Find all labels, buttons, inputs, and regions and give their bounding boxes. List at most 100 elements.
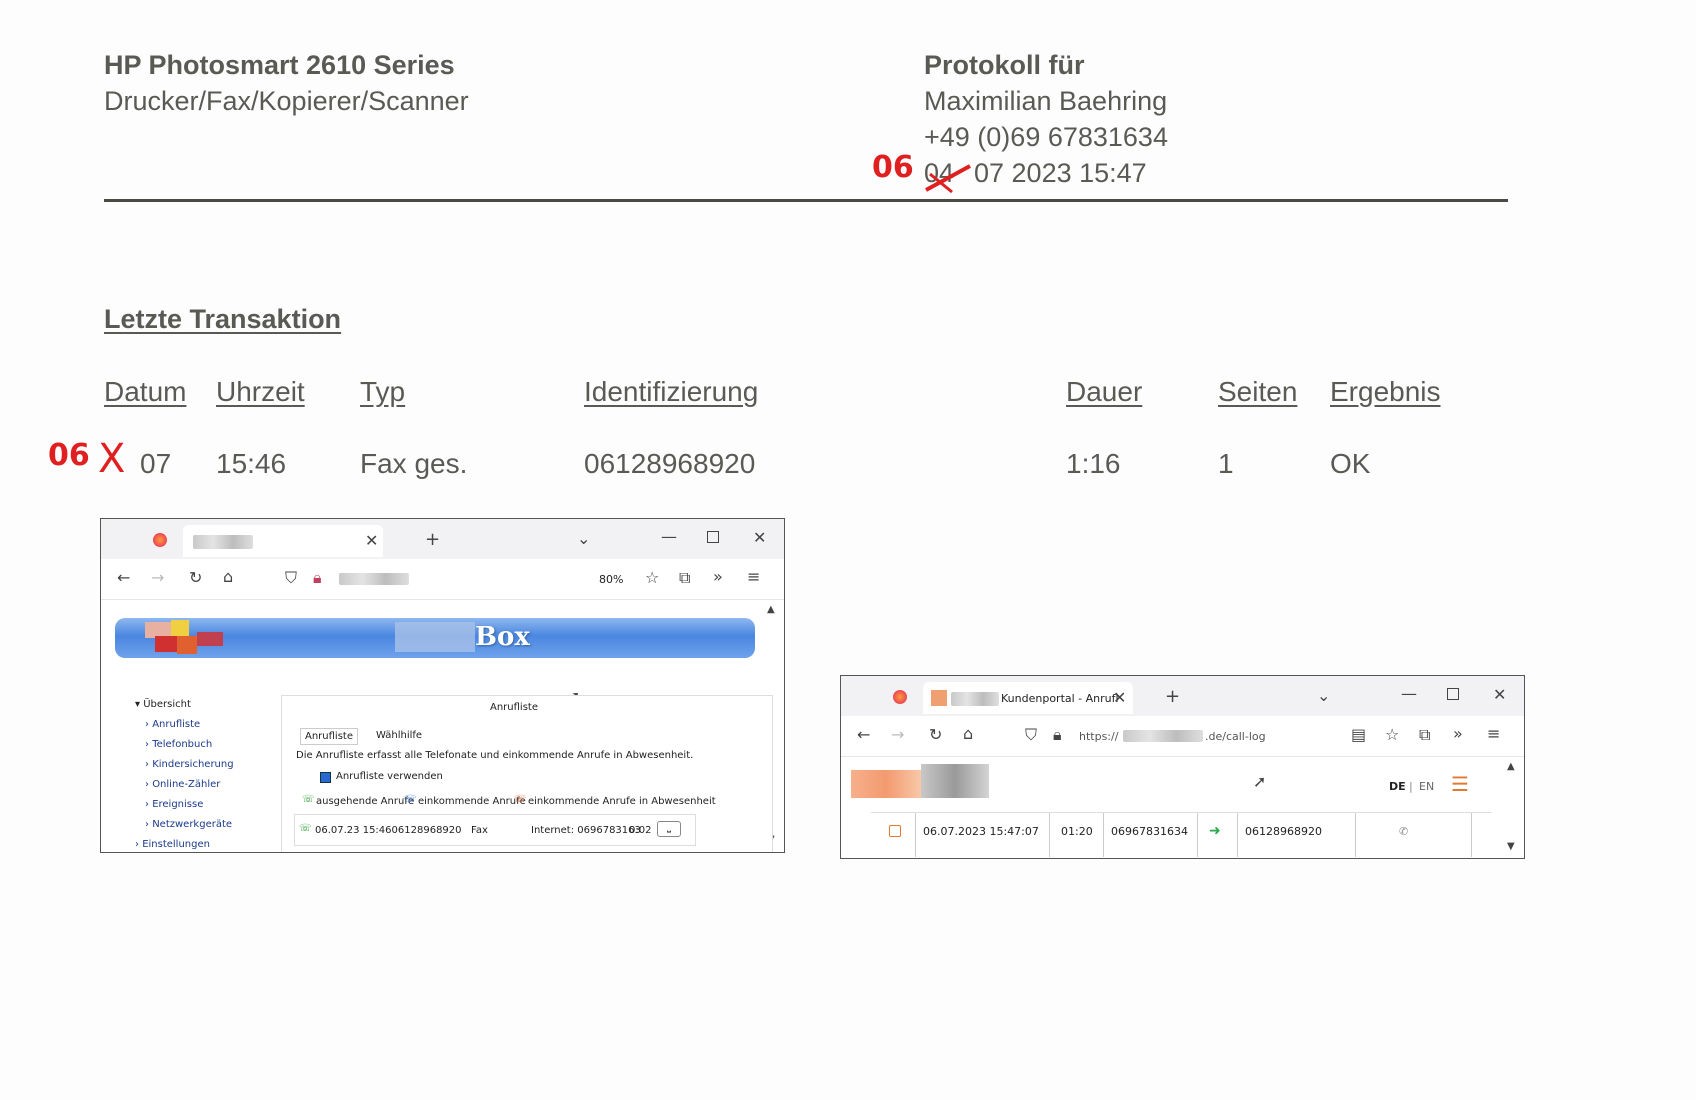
col-seiten: Seiten <box>1218 376 1298 407</box>
portal-extensions-icon[interactable]: ⧉ <box>1419 727 1430 743</box>
col-datum: Datum <box>104 376 187 407</box>
row-identification: 06128968920 <box>584 448 756 479</box>
date-correction-row: 06 <box>48 438 90 473</box>
portal-navbar: ← → ↻ ⌂ ⛉ 🔒︎ https:// .de/call-log ▤ ☆ ⧉… <box>841 716 1524 757</box>
portal-reload-icon[interactable]: ↻ <box>929 727 942 743</box>
close-window-icon[interactable]: ✕ <box>753 530 766 546</box>
zoom-level[interactable]: 80% <box>599 573 623 586</box>
tree-telefonbuch[interactable]: › Telefonbuch <box>145 739 212 750</box>
redacted-tab-title <box>193 535 253 549</box>
tree-uebersicht[interactable]: ▾ Übersicht <box>135 699 191 710</box>
entry-outgoing-icon: ☏ <box>299 823 312 834</box>
col-uhrzeit: Uhrzeit <box>216 376 305 407</box>
portal-lock-icon: 🔒︎ <box>1053 725 1062 744</box>
tree-kindersicherung[interactable]: › Kindersicherung <box>145 759 234 770</box>
new-tab-icon[interactable]: + <box>425 531 440 549</box>
tree-online-zaehler[interactable]: › Online-Zähler <box>145 779 220 790</box>
portal-row-datetime: 06.07.2023 15:47:07 <box>923 825 1039 838</box>
header-rule <box>104 199 1508 202</box>
portal-maximize-icon[interactable] <box>1447 688 1459 700</box>
scroll-up-icon[interactable]: ▲ <box>767 605 775 615</box>
extensions-icon[interactable]: ⧉ <box>679 570 690 586</box>
lang-de[interactable]: DE <box>1389 780 1406 793</box>
row-duration: 1:16 <box>1066 448 1121 479</box>
maximize-icon[interactable] <box>707 531 719 543</box>
panel-title: Anrufliste <box>490 702 538 713</box>
row-time: 15:46 <box>216 448 287 479</box>
portal-cursor-icon: ➚ <box>1253 772 1267 791</box>
tree-anrufliste[interactable]: › Anrufliste <box>145 719 200 730</box>
close-tab-icon[interactable]: ✕ <box>365 533 378 549</box>
portal-forward-icon[interactable]: → <box>891 727 904 743</box>
col-ergebnis: Ergebnis <box>1330 376 1441 407</box>
tab-anrufliste[interactable]: Anrufliste <box>300 728 358 745</box>
browser-navbar: ← → ↻ ⌂ ⛉ 🔒︎ 80% ☆ ⧉ » ≡ <box>101 559 784 600</box>
reload-icon[interactable]: ↻ <box>189 570 202 586</box>
row-result: OK <box>1330 448 1371 479</box>
forward-icon[interactable]: → <box>151 570 164 586</box>
row-type: Fax ges. <box>360 448 468 479</box>
incoming-call-icon: ☏ <box>404 794 417 805</box>
portal-url-suffix[interactable]: .de/call-log <box>1205 730 1266 743</box>
col-dauer: Dauer <box>1066 376 1143 407</box>
portal-home-icon[interactable]: ⌂ <box>963 726 973 742</box>
checkbox-anrufliste[interactable] <box>320 772 331 783</box>
protocol-label: Protokoll für <box>924 50 1085 80</box>
anrufliste-panel: Anrufliste Anrufliste Wählhilfe Die Anru… <box>281 695 773 852</box>
portal-minimize-icon[interactable]: — <box>1401 686 1417 702</box>
more-tools-icon[interactable]: » <box>713 569 723 585</box>
portal-tabbar: Kundenportal - Anrufl ✕ + ⌄ — ✕ <box>841 676 1524 716</box>
row-pages: 1 <box>1218 448 1234 479</box>
router-banner: Box <box>115 618 755 658</box>
minimize-icon[interactable]: — <box>661 529 677 545</box>
browser-tab[interactable]: ✕ <box>183 525 383 557</box>
portal-close-window-icon[interactable]: ✕ <box>1493 687 1506 703</box>
portal-more-tools-icon[interactable]: » <box>1453 726 1463 742</box>
portal-tab-title: Kundenportal - Anrufl <box>1001 692 1119 705</box>
entry-action-icon[interactable]: ⎵ <box>657 821 681 837</box>
portal-redacted-tab <box>951 692 999 706</box>
back-icon[interactable]: ← <box>117 570 130 586</box>
portal-url-prefix[interactable]: https:// <box>1079 730 1118 743</box>
strike-mark-icon <box>925 164 971 194</box>
legend-incoming: einkommende Anrufe <box>418 796 526 807</box>
portal-back-icon[interactable]: ← <box>857 727 870 743</box>
portal-scroll-down-icon[interactable]: ▼ <box>1507 842 1515 852</box>
call-entry-row[interactable]: ☏ 06.07.23 15:4606128968920 Fax Internet… <box>294 814 696 846</box>
chevron-down-icon[interactable]: ⌄ <box>577 531 590 547</box>
portal-new-tab-icon[interactable]: + <box>1165 688 1180 706</box>
portal-row-duration: 01:20 <box>1061 825 1093 838</box>
device-title: HP Photosmart 2610 Series <box>104 50 455 80</box>
row-checkbox[interactable] <box>889 825 901 837</box>
home-icon[interactable]: ⌂ <box>223 569 233 585</box>
tree-ereignisse[interactable]: › Ereignisse <box>145 799 203 810</box>
entry-datetime-number: 06.07.23 15:4606128968920 <box>315 825 462 836</box>
tree-netzwerkgeraete[interactable]: › Netzwerkgeräte <box>145 819 232 830</box>
entry-type: Fax <box>471 825 488 836</box>
portal-chevron-down-icon[interactable]: ⌄ <box>1317 688 1330 704</box>
portal-scroll-up-icon[interactable]: ▲ <box>1507 762 1515 772</box>
call-log-row[interactable]: 06.07.2023 15:47:07 01:20 06967831634 ➜ … <box>871 812 1491 857</box>
lang-en[interactable]: EN <box>1419 780 1434 793</box>
missed-call-icon: ☏ <box>514 794 527 805</box>
bookmark-star-icon[interactable]: ☆ <box>645 570 659 586</box>
portal-tab[interactable]: Kundenportal - Anrufl ✕ <box>923 682 1133 714</box>
browser-tabbar: ✕ + ⌄ — ✕ <box>101 519 784 559</box>
owner-name: Maximilian Baehring <box>924 86 1168 116</box>
panel-description: Die Anrufliste erfasst alle Telefonate u… <box>296 750 694 761</box>
checkbox-label: Anrufliste verwenden <box>336 771 443 782</box>
hamburger-menu-icon[interactable]: ☰ <box>1451 774 1469 794</box>
portal-row-to: 06128968920 <box>1245 825 1322 838</box>
tree-einstellungen[interactable]: › Einstellungen <box>135 839 210 850</box>
menu-icon[interactable]: ≡ <box>747 569 760 585</box>
portal-menu-icon[interactable]: ≡ <box>1487 726 1500 742</box>
portal-close-tab-icon[interactable]: ✕ <box>1113 690 1126 706</box>
legend-missed: einkommende Anrufe in Abwesenheit <box>528 796 716 807</box>
portal-screenshot: Kundenportal - Anrufl ✕ + ⌄ — ✕ ← → ↻ ⌂ … <box>840 675 1525 859</box>
portal-bookmark-star-icon[interactable]: ☆ <box>1385 727 1399 743</box>
reader-view-icon[interactable]: ▤ <box>1351 727 1366 743</box>
date-rest-header: 07 2023 15:47 <box>974 158 1147 188</box>
tab-waehlhilfe[interactable]: Wählhilfe <box>372 728 426 743</box>
banner-text: Box <box>475 622 530 652</box>
entry-line: Internet: 0696783163 <box>531 825 641 836</box>
